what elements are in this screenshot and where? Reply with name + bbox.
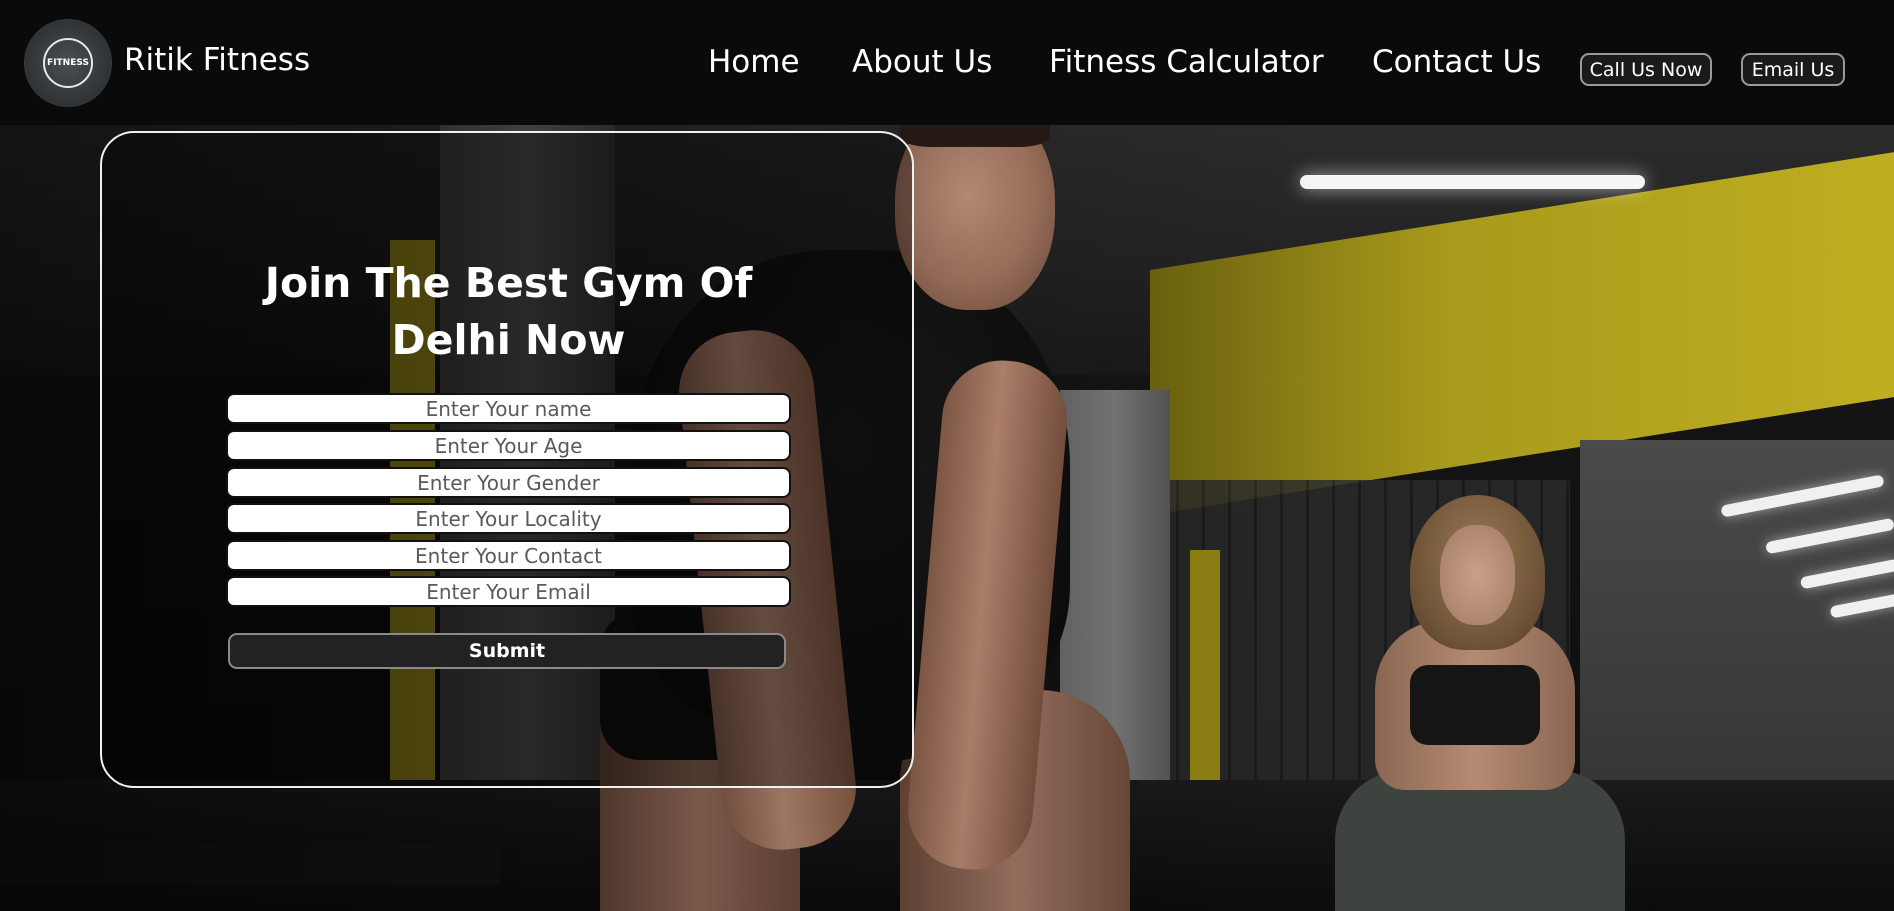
email-input[interactable] xyxy=(226,576,791,607)
locality-input[interactable] xyxy=(226,503,791,534)
brand-name[interactable]: Ritik Fitness xyxy=(124,42,310,78)
submit-button[interactable]: Submit xyxy=(228,633,786,669)
navbar: FITNESS Ritik Fitness Home About Us Fitn… xyxy=(0,0,1894,125)
logo-text: FITNESS xyxy=(47,58,89,68)
nav-link-fitness-calculator[interactable]: Fitness Calculator xyxy=(1049,44,1324,80)
email-us-button[interactable]: Email Us xyxy=(1741,53,1845,86)
brand-logo[interactable]: FITNESS xyxy=(24,19,112,107)
age-input[interactable] xyxy=(226,430,791,461)
name-input[interactable] xyxy=(226,393,791,424)
nav-link-home[interactable]: Home xyxy=(708,44,800,80)
contact-input[interactable] xyxy=(226,540,791,571)
nav-link-contact-us[interactable]: Contact Us xyxy=(1372,44,1541,80)
gender-input[interactable] xyxy=(226,467,791,498)
form-title: Join The Best Gym Of Delhi Now xyxy=(264,259,753,364)
call-us-now-button[interactable]: Call Us Now xyxy=(1580,53,1712,86)
dumbbell-logo-icon: FITNESS xyxy=(43,38,93,88)
nav-link-about-us[interactable]: About Us xyxy=(852,44,992,80)
